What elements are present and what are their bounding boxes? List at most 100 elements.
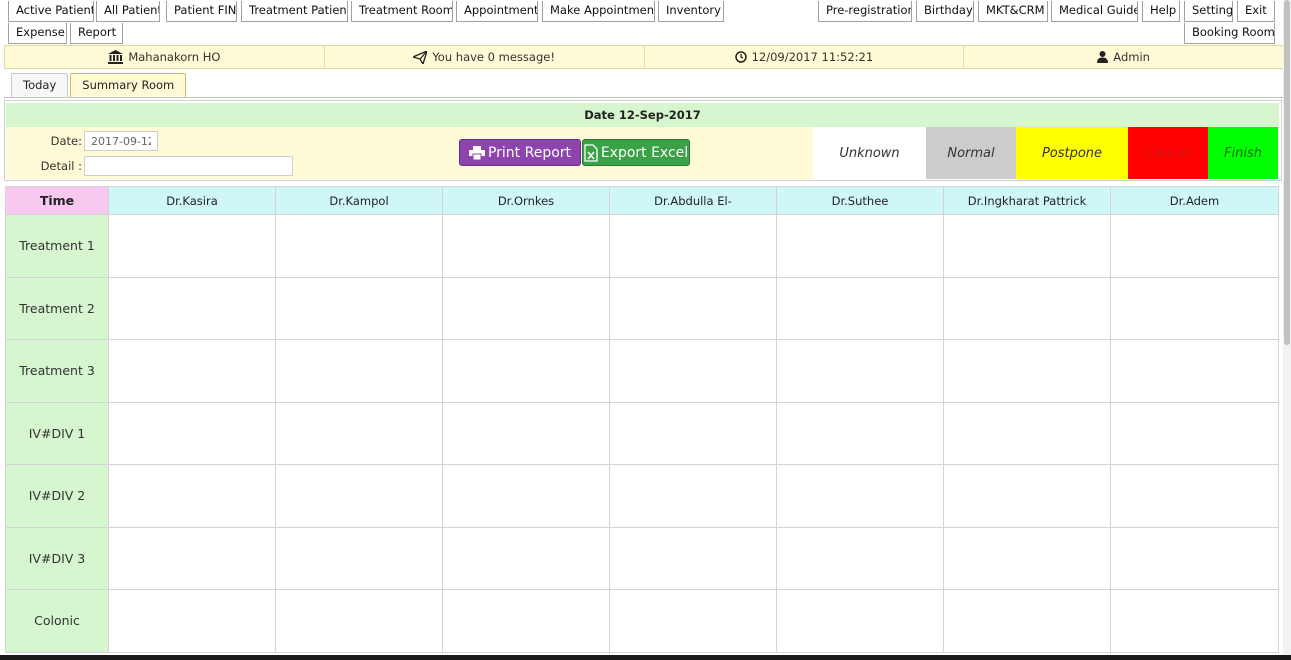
nav-appointment[interactable]: Appointment: [456, 1, 538, 22]
schedule-cell[interactable]: [609, 589, 777, 653]
schedule-cell[interactable]: [609, 464, 777, 528]
schedule-cell[interactable]: [442, 464, 610, 528]
nav-inventory[interactable]: Inventory: [658, 1, 724, 22]
schedule-cell[interactable]: [609, 276, 777, 340]
schedule-cell[interactable]: [275, 214, 443, 278]
doctor-header: Dr.Adem: [1110, 186, 1279, 215]
nav-setting[interactable]: Setting: [1184, 1, 1233, 22]
schedule-cell[interactable]: [108, 401, 276, 465]
legend-unknown: Unknown: [813, 127, 926, 179]
print-report-button[interactable]: Print Report: [459, 139, 581, 166]
schedule-cell[interactable]: [442, 214, 610, 278]
schedule-cell[interactable]: [275, 464, 443, 528]
paper-plane-icon: [413, 50, 428, 64]
table-row: Treatment 3: [5, 339, 1279, 403]
summary-panel: Date 12-Sep-2017 Date: Detail : Print Re…: [4, 100, 1282, 181]
schedule-cell[interactable]: [108, 526, 276, 590]
nav-make-appointment[interactable]: Make Appointment: [542, 1, 655, 22]
schedule-cell[interactable]: [943, 464, 1111, 528]
table-row: IV#DIV 2: [5, 464, 1279, 528]
schedule-cell[interactable]: [943, 276, 1111, 340]
schedule-cell[interactable]: [442, 401, 610, 465]
doctor-header: Dr.Ingkharat Pattrick: [943, 186, 1111, 215]
export-excel-button[interactable]: Export Excel: [582, 139, 690, 166]
schedule-cell[interactable]: [943, 401, 1111, 465]
schedule-cell[interactable]: [275, 276, 443, 340]
schedule-cell[interactable]: [776, 589, 944, 653]
nav-exit[interactable]: Exit: [1237, 1, 1275, 22]
nav-patient-fin[interactable]: Patient FIN: [166, 1, 237, 22]
nav-booking-room[interactable]: Booking Room: [1184, 23, 1275, 44]
nav-treatment-patient[interactable]: Treatment Patient: [241, 1, 348, 22]
clock-icon: [734, 51, 747, 63]
printer-icon: [468, 145, 485, 160]
nav-report[interactable]: Report: [70, 23, 123, 44]
info-bar: Mahanakorn HO You have 0 message! 12/09/…: [4, 45, 1284, 69]
schedule-cell[interactable]: [275, 339, 443, 403]
room-schedule-grid: Time Dr.Kasira Dr.Kampol Dr.Ornkes Dr.Ab…: [5, 186, 1279, 653]
nav-pre-registration[interactable]: Pre-registration: [818, 1, 912, 22]
doctor-header: Dr.Suthee: [776, 186, 944, 215]
schedule-cell[interactable]: [275, 526, 443, 590]
schedule-cell[interactable]: [442, 589, 610, 653]
nav-medical-guide[interactable]: Medical Guide: [1051, 1, 1138, 22]
schedule-cell[interactable]: [442, 339, 610, 403]
user-icon: [1097, 51, 1109, 63]
nav-help[interactable]: Help: [1142, 1, 1180, 22]
nav-treatment-room[interactable]: Treatment Room: [351, 1, 453, 22]
detail-input[interactable]: [84, 156, 293, 176]
detail-label: Detail :: [40, 159, 82, 173]
table-row: Treatment 2: [5, 276, 1279, 340]
schedule-cell[interactable]: [1110, 526, 1279, 590]
schedule-cell[interactable]: [776, 276, 944, 340]
schedule-cell[interactable]: [1110, 589, 1279, 653]
schedule-cell[interactable]: [609, 401, 777, 465]
schedule-cell[interactable]: [943, 589, 1111, 653]
schedule-cell[interactable]: [108, 589, 276, 653]
schedule-cell[interactable]: [275, 589, 443, 653]
nav-mkt-crm[interactable]: MKT&CRM: [978, 1, 1048, 22]
schedule-cell[interactable]: [609, 526, 777, 590]
export-excel-label: Export Excel: [600, 144, 689, 161]
schedule-cell[interactable]: [108, 276, 276, 340]
schedule-cell[interactable]: [776, 526, 944, 590]
schedule-cell[interactable]: [943, 214, 1111, 278]
user-cell[interactable]: Admin: [964, 46, 1283, 68]
schedule-cell[interactable]: [1110, 401, 1279, 465]
nav-birthday[interactable]: Birthday: [916, 1, 974, 22]
vertical-scrollbar-thumb[interactable]: [1284, 0, 1290, 345]
schedule-cell[interactable]: [108, 214, 276, 278]
nav-all-patient[interactable]: All Patient: [96, 1, 160, 22]
schedule-cell[interactable]: [1110, 214, 1279, 278]
message-text[interactable]: You have 0 message!: [432, 50, 555, 64]
schedule-cell[interactable]: [609, 214, 777, 278]
schedule-cell[interactable]: [1110, 339, 1279, 403]
room-label: IV#DIV 1: [5, 401, 109, 465]
schedule-cell[interactable]: [776, 339, 944, 403]
view-tabs: Today Summary Room: [11, 73, 188, 98]
schedule-cell[interactable]: [943, 526, 1111, 590]
schedule-cell[interactable]: [1110, 276, 1279, 340]
date-input[interactable]: [84, 131, 158, 151]
table-row: IV#DIV 3: [5, 526, 1279, 590]
schedule-cell[interactable]: [1110, 464, 1279, 528]
tab-today[interactable]: Today: [11, 73, 69, 98]
print-report-label: Print Report: [487, 144, 572, 161]
schedule-cell[interactable]: [943, 339, 1111, 403]
schedule-cell[interactable]: [776, 464, 944, 528]
schedule-cell[interactable]: [609, 339, 777, 403]
schedule-cell[interactable]: [275, 401, 443, 465]
excel-file-icon: [584, 143, 598, 162]
nav-expense[interactable]: Expense: [8, 23, 67, 44]
tab-divider: [4, 97, 1284, 98]
schedule-cell[interactable]: [776, 214, 944, 278]
schedule-cell[interactable]: [442, 526, 610, 590]
tab-summary-room[interactable]: Summary Room: [70, 73, 187, 98]
message-cell[interactable]: You have 0 message!: [325, 46, 645, 68]
schedule-cell[interactable]: [776, 401, 944, 465]
schedule-cell[interactable]: [108, 339, 276, 403]
schedule-cell[interactable]: [108, 464, 276, 528]
nav-active-patient[interactable]: Active Patient: [8, 1, 94, 22]
user-name[interactable]: Admin: [1113, 50, 1150, 64]
schedule-cell[interactable]: [442, 276, 610, 340]
